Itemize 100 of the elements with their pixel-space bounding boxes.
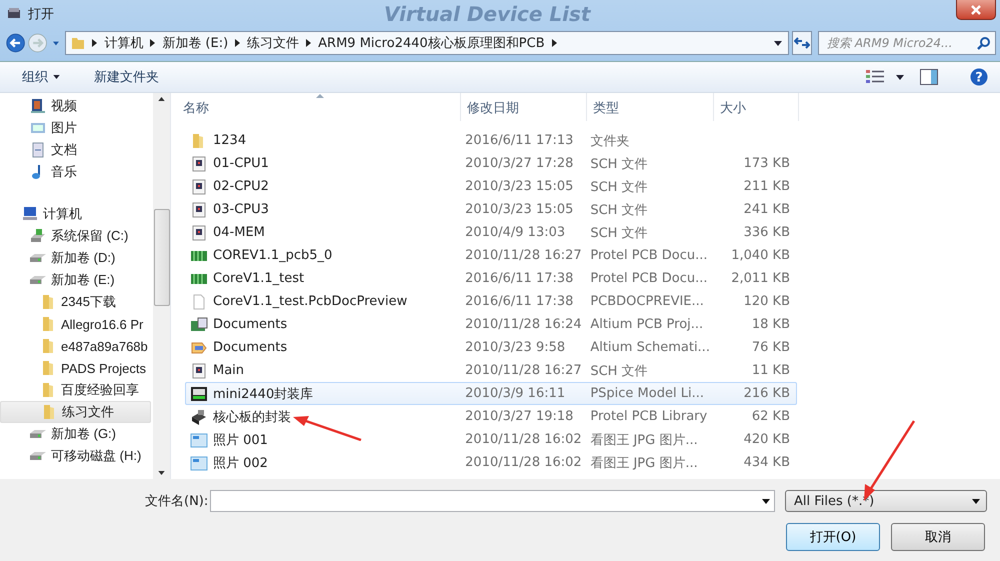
file-row[interactable]: CoreV1.1_test 2016/6/11 17:38 Protel PCB Docu... 2,011 KB — [185, 267, 797, 290]
preview-pane-icon[interactable] — [920, 69, 938, 86]
history-caret-icon[interactable] — [53, 40, 60, 46]
document-icon — [30, 142, 46, 158]
file-size: 420 KB — [744, 432, 790, 448]
breadcrumb[interactable]: 计算机 — [104, 34, 144, 52]
nav-item[interactable]: 计算机 — [0, 203, 151, 226]
file-row[interactable]: 核心板的封装 2010/3/27 19:18 Protel PCB Library 62 KB — [185, 405, 797, 428]
help-icon[interactable]: ? — [970, 68, 988, 86]
column-header[interactable]: 大小 — [714, 93, 799, 122]
file-type: 看图王 JPG 图片... — [589, 432, 699, 449]
nav-item[interactable]: 视频 — [0, 95, 151, 118]
caret-icon[interactable] — [774, 40, 782, 46]
view-list-icon[interactable] — [866, 69, 884, 86]
breadcrumb[interactable]: 新加卷 (E:) — [162, 34, 228, 52]
modified-date: 2010/3/23 15:05 — [464, 179, 574, 194]
file-type: Protel PCB Docu... — [589, 271, 709, 286]
nav-item[interactable]: 音乐 — [0, 161, 151, 184]
modified-date: 2010/11/28 16:02 — [464, 455, 583, 470]
drive-icon — [30, 228, 46, 244]
scrollbar-thumb[interactable] — [154, 209, 170, 306]
nav-item[interactable]: 新加卷 (E:) — [0, 269, 151, 292]
new-folder-button[interactable]: 新建文件夹 — [86, 65, 167, 90]
file-name: mini2440封装库 — [213, 386, 314, 403]
column-header[interactable]: 修改日期 — [461, 93, 587, 122]
organize-menu-button[interactable]: 组织 — [14, 65, 68, 90]
file-row[interactable]: Documents 2010/3/23 9:58 Altium Schemati... 76 KB — [185, 336, 797, 360]
scroll-up-arrow-icon[interactable] — [158, 97, 165, 102]
nav-item[interactable]: 可移动磁盘 (H:) — [0, 445, 151, 468]
file-row[interactable]: 01-CPU1 2010/3/27 17:28 SCH 文件 173 KB — [185, 152, 797, 176]
nav-item[interactable]: 2345下载 — [0, 291, 151, 314]
modified-date: 2010/4/9 13:03 — [464, 225, 566, 240]
address-bar[interactable]: 计算机 新加卷 (E:) 练习文件 ARM9 Micro2440核心板原理图和PCB — [65, 31, 790, 56]
search-field[interactable]: 搜索 ARM9 Micro24... — [818, 31, 996, 56]
file-name: 核心板的封装 — [213, 408, 291, 426]
file-row[interactable]: Main 2010/11/28 16:27 SCH 文件 11 KB — [185, 359, 797, 382]
nav-item[interactable]: 新加卷 (D:) — [0, 247, 151, 270]
modified-date: 2010/3/23 9:58 — [464, 340, 566, 356]
filename-field[interactable] — [210, 490, 775, 512]
scroll-down-arrow-icon[interactable] — [158, 471, 165, 476]
nav-item[interactable]: e487a89a768b — [0, 335, 151, 358]
file-name: 03-CPU3 — [213, 202, 269, 218]
breadcrumb[interactable]: ARM9 Micro2440核心板原理图和PCB — [318, 34, 545, 52]
modified-date: 2016/6/11 17:38 — [464, 294, 574, 310]
file-name: COREV1.1_pcb5_0 — [213, 248, 332, 264]
nav-item[interactable]: PADS Projects — [0, 357, 151, 380]
file-type: PCBDOCPREVIE... — [589, 294, 705, 310]
refresh-button[interactable] — [792, 31, 812, 56]
computer-icon — [22, 206, 38, 222]
file-size: 241 KB — [744, 202, 790, 218]
file-type: Protel PCB Library — [589, 409, 708, 424]
nav-item[interactable]: Allegro16.6 Pr — [0, 313, 151, 336]
file-row[interactable]: mini2440封装库 2010/3/9 16:11 PSpice Model Li... 216 KB — [185, 382, 797, 406]
caret-icon[interactable] — [896, 74, 904, 80]
open-button[interactable]: 打开(O) — [786, 523, 880, 552]
nav-item[interactable]: 图片 — [0, 117, 151, 140]
file-row[interactable]: 03-CPU3 2010/3/23 15:05 SCH 文件 241 KB — [185, 198, 797, 222]
drive-icon — [30, 452, 46, 460]
chevron-icon — [306, 39, 312, 48]
caret-icon[interactable] — [762, 498, 770, 504]
schematic-file-icon — [190, 156, 208, 172]
file-name: 1234 — [213, 133, 246, 148]
scrollbar[interactable] — [153, 93, 170, 480]
modified-date: 2010/11/28 16:27 — [464, 363, 583, 378]
package-icon — [190, 408, 208, 425]
file-type: 看图王 JPG 图片... — [589, 454, 699, 472]
file-row[interactable]: 照片 001 2010/11/28 16:02 看图王 JPG 图片... 420 KB — [185, 428, 797, 452]
file-row[interactable]: CoreV1.1_test.PcbDocPreview 2016/6/11 17:38 PCBDOCPREVIE... 120 KB — [185, 290, 797, 314]
schematic-file-icon — [190, 362, 208, 379]
chevron-icon — [150, 39, 156, 48]
video-icon — [30, 98, 46, 114]
file-type: SCH 文件 — [589, 178, 649, 196]
nav-item[interactable]: 新加卷 (G:) — [0, 423, 151, 446]
sort-arrow-icon — [316, 94, 324, 98]
file-size: 18 KB — [752, 317, 790, 332]
caret-icon — [53, 75, 60, 80]
file-row[interactable]: COREV1.1_pcb5_0 2010/11/28 16:27 Protel PCB Docu... 1,040 KB — [185, 244, 797, 268]
modified-date: 2016/6/11 17:13 — [464, 133, 574, 148]
breadcrumb[interactable]: 练习文件 — [247, 34, 300, 52]
project-file-icon — [190, 316, 208, 333]
nav-item[interactable]: 系统保留 (C:) — [0, 225, 151, 248]
file-row[interactable]: 02-CPU2 2010/3/23 15:05 SCH 文件 211 KB — [185, 175, 797, 198]
folder-icon — [40, 316, 56, 332]
file-type: SCH 文件 — [589, 362, 649, 380]
file-type: PSpice Model Li... — [589, 386, 705, 402]
file-type: SCH 文件 — [589, 224, 649, 242]
caret-icon — [972, 498, 980, 504]
column-header[interactable]: 类型 — [587, 93, 714, 122]
file-row[interactable]: 1234 2016/6/11 17:13 文件夹 — [185, 129, 797, 152]
nav-item[interactable]: 文档 — [0, 139, 151, 162]
file-type: SCH 文件 — [589, 156, 649, 173]
file-row[interactable]: Documents 2010/11/28 16:24 Altium PCB Proj... 18 KB — [185, 313, 797, 336]
file-row[interactable]: 照片 002 2010/11/28 16:02 看图王 JPG 图片... 434 KB — [185, 451, 797, 474]
file-size: 11 KB — [752, 363, 790, 378]
close-button[interactable] — [956, 0, 996, 20]
nav-item[interactable]: 百度经验回享 — [0, 379, 151, 402]
folder-icon — [40, 294, 56, 310]
cancel-button[interactable]: 取消 — [891, 523, 985, 552]
file-row[interactable]: 04-MEM 2010/4/9 13:03 SCH 文件 336 KB — [185, 221, 797, 244]
nav-item[interactable]: 练习文件 — [0, 401, 151, 424]
